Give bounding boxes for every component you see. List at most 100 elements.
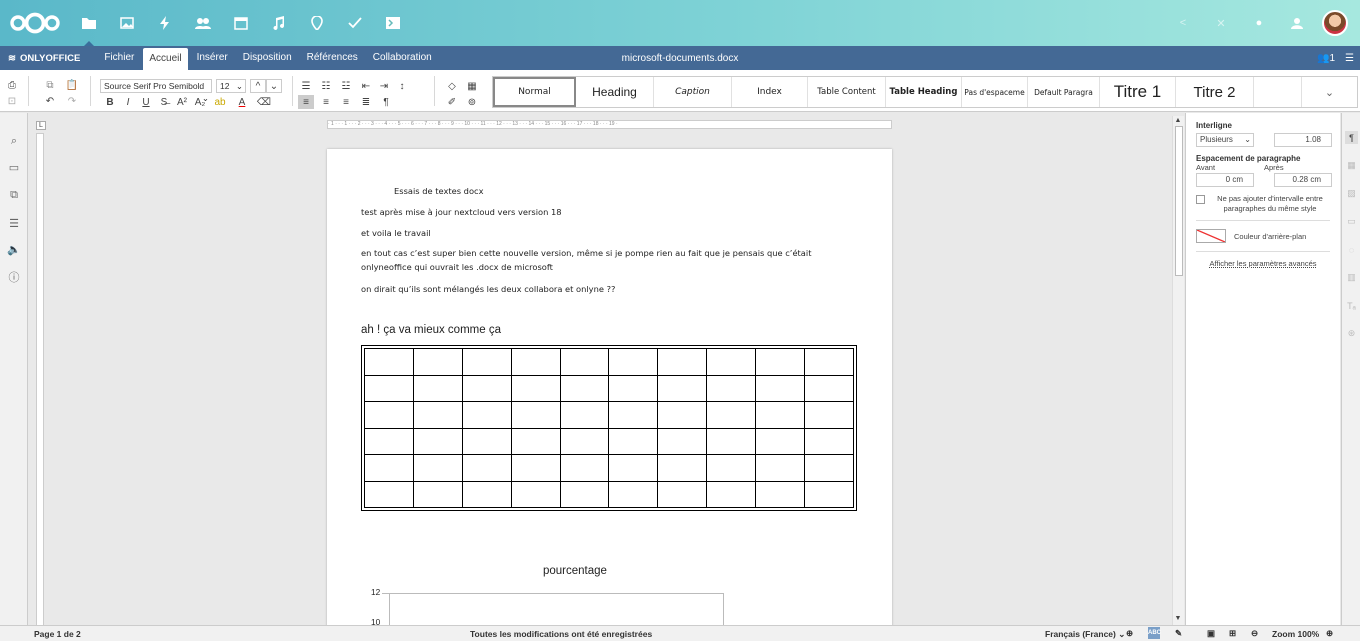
- table-cell[interactable]: [804, 401, 854, 429]
- table-cell[interactable]: [755, 427, 806, 455]
- highlight-icon[interactable]: ab: [212, 95, 228, 109]
- table-cell[interactable]: [804, 374, 854, 402]
- table-cell[interactable]: [510, 374, 561, 402]
- eraser-icon[interactable]: ◇: [444, 79, 460, 93]
- background-color-button[interactable]: [1196, 229, 1226, 243]
- user-avatar[interactable]: [1316, 0, 1354, 46]
- copy-style-icon[interactable]: ✐: [444, 95, 460, 109]
- tab-references[interactable]: Références: [301, 48, 364, 68]
- table-cell[interactable]: [364, 480, 414, 508]
- table-cell[interactable]: [755, 348, 806, 376]
- comments-icon[interactable]: ▭: [6, 159, 22, 175]
- line-spacing-value-input[interactable]: 1.08: [1274, 133, 1332, 147]
- clear-format-icon[interactable]: ⌫: [256, 95, 272, 109]
- bullets-icon[interactable]: ☰: [298, 79, 314, 93]
- style-normal[interactable]: Normal: [493, 77, 576, 107]
- italic-icon[interactable]: I: [120, 95, 136, 109]
- paste-icon[interactable]: 📋: [64, 78, 80, 92]
- styles-settings-icon[interactable]: ⊚: [464, 95, 480, 109]
- copy-icon[interactable]: ⧉: [42, 78, 58, 92]
- style-empty[interactable]: [1254, 77, 1302, 107]
- table-cell[interactable]: [657, 374, 708, 402]
- tab-fichier[interactable]: Fichier: [98, 48, 140, 68]
- table-cell[interactable]: [706, 480, 757, 508]
- table-cell[interactable]: [706, 348, 757, 376]
- scroll-up-icon[interactable]: ▲: [1173, 116, 1183, 125]
- table-cell[interactable]: [412, 427, 463, 455]
- search-icon[interactable]: ⌕: [6, 133, 22, 149]
- align-center-icon[interactable]: ≡: [318, 95, 334, 109]
- page-indicator[interactable]: Page 1 de 2: [34, 629, 81, 639]
- table-cell[interactable]: [364, 401, 414, 429]
- table-cell[interactable]: [364, 427, 414, 455]
- table-cell[interactable]: [559, 348, 610, 376]
- document-canvas[interactable]: Essais de textes docx test après mise à …: [45, 130, 1173, 625]
- table-cell[interactable]: [510, 480, 561, 508]
- increase-indent-icon[interactable]: ⇥: [376, 79, 392, 93]
- style-caption[interactable]: Caption: [654, 77, 732, 107]
- table-settings-icon[interactable]: ▦: [1345, 159, 1358, 172]
- numbering-icon[interactable]: ☷: [318, 79, 334, 93]
- zoom-in-icon[interactable]: ⊕: [1326, 628, 1333, 639]
- zoom-level[interactable]: Zoom 100%: [1272, 629, 1319, 639]
- nextcloud-logo[interactable]: [0, 0, 70, 46]
- chat-icon[interactable]: ⧉: [6, 187, 22, 203]
- table-cell[interactable]: [412, 401, 463, 429]
- table-cell[interactable]: [657, 427, 708, 455]
- doc-language-icon[interactable]: ⊕: [1126, 628, 1133, 639]
- table-cell[interactable]: [364, 374, 414, 402]
- chart-settings-icon[interactable]: ▥: [1345, 271, 1358, 284]
- align-left-icon[interactable]: ≡: [298, 95, 314, 109]
- table-cell[interactable]: [804, 480, 854, 508]
- photos-icon[interactable]: [108, 0, 146, 46]
- line-spacing-icon[interactable]: ↕: [394, 79, 410, 93]
- decrease-indent-icon[interactable]: ⇤: [358, 79, 374, 93]
- table-cell[interactable]: [461, 374, 512, 402]
- table-cell[interactable]: [510, 348, 561, 376]
- table-cell[interactable]: [412, 348, 463, 376]
- tab-stop-icon[interactable]: L: [36, 121, 46, 130]
- paragraph-marks-icon[interactable]: ¶: [378, 95, 394, 109]
- table-cell[interactable]: [559, 427, 610, 455]
- strikethrough-icon[interactable]: S̶: [156, 95, 172, 109]
- style-titre-1[interactable]: Titre 1: [1100, 77, 1176, 107]
- contacts-menu-icon[interactable]: [1278, 0, 1316, 46]
- table-cell[interactable]: [657, 454, 708, 482]
- table-cell[interactable]: [412, 480, 463, 508]
- table-cell[interactable]: [559, 454, 610, 482]
- table-cell[interactable]: [559, 480, 610, 508]
- table-cell[interactable]: [657, 348, 708, 376]
- terminal-icon[interactable]: [374, 0, 412, 46]
- notifications-icon[interactable]: ●: [1240, 0, 1278, 46]
- maps-icon[interactable]: [298, 0, 336, 46]
- fit-width-icon[interactable]: ⊞: [1229, 628, 1236, 639]
- files-icon[interactable]: [70, 0, 108, 46]
- subscript-icon[interactable]: A₂: [192, 95, 208, 109]
- shape-settings-icon[interactable]: ◌: [1345, 243, 1358, 256]
- style-index[interactable]: Index: [732, 77, 808, 107]
- speaker-icon[interactable]: 🔈: [6, 241, 22, 257]
- track-changes-icon[interactable]: ✎: [1175, 628, 1182, 639]
- chart-plot-area[interactable]: [389, 593, 724, 625]
- table-cell[interactable]: [510, 427, 561, 455]
- styles-expand-icon[interactable]: ⌄: [1302, 77, 1357, 107]
- advanced-settings-link[interactable]: Afficher les paramètres avancés: [1196, 251, 1330, 268]
- redo-icon[interactable]: ↷: [64, 94, 80, 108]
- header-footer-icon[interactable]: ▭: [1345, 215, 1358, 228]
- table-cell[interactable]: [608, 401, 659, 429]
- tab-inserer[interactable]: Insérer: [191, 48, 234, 68]
- table-cell[interactable]: [804, 348, 854, 376]
- table-cell[interactable]: [364, 348, 414, 376]
- style-table-content[interactable]: Table Content: [808, 77, 886, 107]
- print-icon[interactable]: ⎙: [4, 78, 20, 92]
- format-painter-icon[interactable]: ⊡: [4, 94, 20, 108]
- table-cell[interactable]: [804, 454, 854, 482]
- table-cell[interactable]: [510, 454, 561, 482]
- scroll-thumb[interactable]: [1175, 126, 1183, 276]
- bold-icon[interactable]: B: [102, 95, 118, 109]
- spacing-after-input[interactable]: 0.28 cm: [1274, 173, 1332, 187]
- font-color-icon[interactable]: A: [234, 95, 250, 109]
- style-default-paragraph[interactable]: Default Paragra: [1028, 77, 1100, 107]
- table-cell[interactable]: [608, 374, 659, 402]
- increase-font-icon[interactable]: ^: [250, 79, 266, 93]
